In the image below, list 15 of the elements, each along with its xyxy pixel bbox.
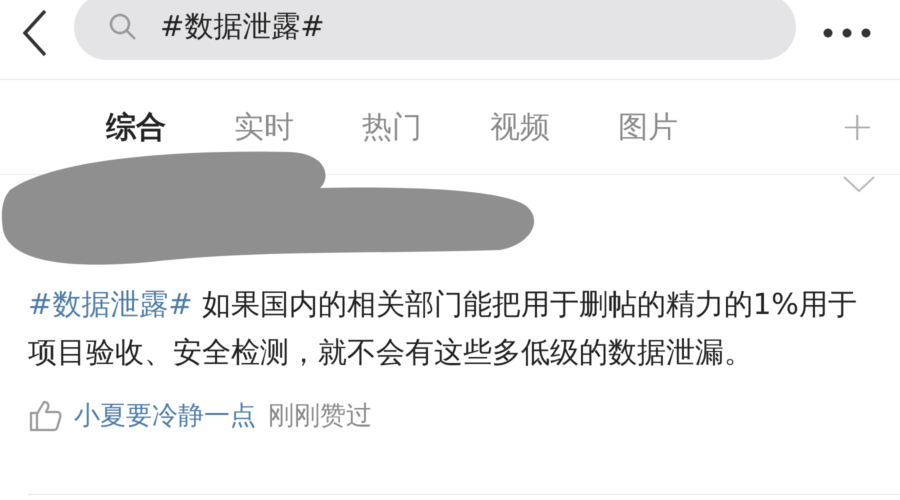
hashtag-link[interactable]: #数据泄露# bbox=[28, 287, 193, 321]
tab[interactable]: 图片 bbox=[618, 106, 678, 148]
tab[interactable]: 综合 bbox=[106, 106, 166, 148]
post-text: #数据泄露# 如果国内的相关部门能把用于删帖的精力的1%用于项目验收、安全检测，就不会有这些多低级的数据泄漏。 bbox=[28, 286, 858, 371]
search-field[interactable]: #数据泄露# bbox=[74, 0, 796, 60]
tab[interactable]: 热门 bbox=[362, 106, 422, 148]
more-icon[interactable] bbox=[822, 26, 872, 38]
user-link[interactable]: 小夏要冷静一点 bbox=[74, 398, 256, 433]
tab[interactable]: 实时 bbox=[234, 106, 294, 148]
tab[interactable]: 视频 bbox=[490, 106, 550, 148]
add-tab-button[interactable]: + bbox=[840, 104, 874, 150]
search-text: #数据泄露# bbox=[160, 8, 325, 44]
thumbs-up-icon bbox=[28, 398, 62, 432]
like-note: 刚刚赞过 bbox=[268, 400, 372, 433]
search-icon bbox=[108, 12, 138, 42]
